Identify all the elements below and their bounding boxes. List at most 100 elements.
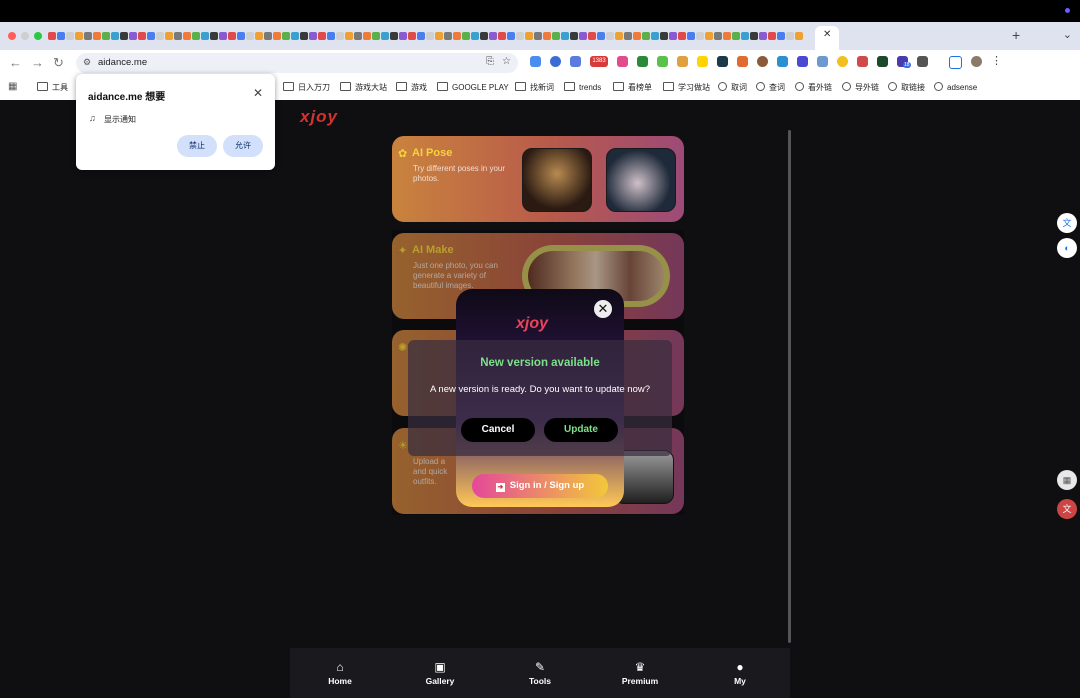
reload-icon[interactable]: ↻ [53, 55, 64, 71]
tab-favicon-icon[interactable] [300, 32, 308, 40]
tab-favicon-icon[interactable] [210, 32, 218, 40]
tab-favicon-icon[interactable] [471, 32, 479, 40]
tab-favicon-icon[interactable] [705, 32, 713, 40]
bookmark-folder[interactable]: 学习做站 [663, 82, 710, 93]
bookmark-link[interactable]: adsense [934, 82, 977, 92]
puzzle-extension-icon[interactable] [570, 56, 581, 67]
tab-favicon-icon[interactable] [579, 32, 587, 40]
tab-favicon-icon[interactable] [228, 32, 236, 40]
bookmark-link[interactable]: 取词 [718, 82, 747, 93]
nav-home[interactable]: ⌂ Home [290, 648, 390, 698]
bookmark-link[interactable]: 导外链 [842, 82, 879, 93]
tab-favicon-icon[interactable] [480, 32, 488, 40]
ai-pose-card[interactable]: ✿ AI Pose Try different poses in your ph… [392, 136, 684, 222]
profile-avatar-icon[interactable] [971, 56, 982, 67]
tab-favicon-icon[interactable] [138, 32, 146, 40]
tab-favicon-icon[interactable] [165, 32, 173, 40]
active-tab[interactable]: ✕ [815, 26, 839, 50]
tab-favicon-icon[interactable] [363, 32, 371, 40]
tab-favicon-icon[interactable] [426, 32, 434, 40]
wave-extension-icon[interactable] [857, 56, 868, 67]
tab-favicon-icon[interactable] [345, 32, 353, 40]
tab-favicon-icon[interactable] [516, 32, 524, 40]
tab-favicon-icon[interactable] [714, 32, 722, 40]
tab-favicon-icon[interactable] [147, 32, 155, 40]
tab-favicon-icon[interactable] [498, 32, 506, 40]
nav-my[interactable]: ● My [690, 648, 790, 698]
tab-favicon-icon[interactable] [408, 32, 416, 40]
sem-extension-icon[interactable] [797, 56, 808, 67]
tab-favicon-icon[interactable] [111, 32, 119, 40]
bookmark-folder[interactable]: 工具 [37, 82, 68, 93]
tab-favicon-icon[interactable] [75, 32, 83, 40]
tab-favicon-icon[interactable] [435, 32, 443, 40]
close-window-icon[interactable] [8, 32, 16, 40]
translate-icon[interactable]: 文 [1057, 213, 1077, 233]
chart-extension-icon[interactable] [717, 56, 728, 67]
app-logo[interactable]: xjoy [300, 107, 338, 127]
close-icon[interactable]: ✕ [253, 86, 263, 100]
tab-favicon-icon[interactable] [192, 32, 200, 40]
bookmark-folder[interactable]: 日入万刀 [283, 82, 330, 93]
tab-favicon-icon[interactable] [615, 32, 623, 40]
tab-favicon-icon[interactable] [219, 32, 227, 40]
bookmark-folder[interactable]: 找新词 [515, 82, 554, 93]
tab-favicon-icon[interactable] [723, 32, 731, 40]
bookmark-folder[interactable]: 游戏 [396, 82, 427, 93]
tab-favicon-icon[interactable] [237, 32, 245, 40]
tab-favicon-icon[interactable] [255, 32, 263, 40]
tab-favicon-icon[interactable] [507, 32, 515, 40]
tab-favicon-icon[interactable] [264, 32, 272, 40]
tab-favicon-icon[interactable] [381, 32, 389, 40]
tab-favicon-icon[interactable] [561, 32, 569, 40]
bw-extension-icon[interactable] [637, 56, 648, 67]
k-extension-icon[interactable] [677, 56, 688, 67]
browser-menu-icon[interactable]: ⋮ [991, 56, 1002, 67]
nav-tools[interactable]: ✎ Tools [490, 648, 590, 698]
tab-favicon-icon[interactable] [201, 32, 209, 40]
cookie-extension-icon[interactable] [757, 56, 768, 67]
a-extension-icon[interactable] [657, 56, 668, 67]
tab-favicon-icon[interactable] [84, 32, 92, 40]
tab-favicon-icon[interactable] [309, 32, 317, 40]
tab-favicon-icon[interactable] [795, 32, 803, 40]
tab-favicon-icon[interactable] [102, 32, 110, 40]
sign-in-button[interactable]: ➜ Sign in / Sign up [472, 474, 608, 498]
tab-favicon-icon[interactable] [777, 32, 785, 40]
nav-gallery[interactable]: ▣ Gallery [390, 648, 490, 698]
cloud-extension-icon[interactable] [530, 56, 541, 67]
tab-favicon-icon[interactable] [318, 32, 326, 40]
tab-favicon-icon[interactable] [390, 32, 398, 40]
tab-favicon-icon[interactable] [273, 32, 281, 40]
tab-favicon-icon[interactable] [750, 32, 758, 40]
pink-extension-icon[interactable] [617, 56, 628, 67]
address-bar[interactable]: ⚙ aidance.me ⎘ ☆ [76, 53, 518, 73]
tab-strip[interactable] [48, 28, 1000, 44]
tab-favicon-icon[interactable] [327, 32, 335, 40]
tab-favicon-icon[interactable] [759, 32, 767, 40]
tab-favicon-icon[interactable] [534, 32, 542, 40]
install-app-icon[interactable]: ⎘ [486, 56, 494, 67]
bookmark-link[interactable]: 看外链 [795, 82, 832, 93]
tab-favicon-icon[interactable] [417, 32, 425, 40]
t-extension-icon[interactable] [777, 56, 788, 67]
tab-favicon-icon[interactable] [48, 32, 56, 40]
g-extension-icon[interactable] [550, 56, 561, 67]
tab-favicon-icon[interactable] [489, 32, 497, 40]
tab-favicon-icon[interactable] [669, 32, 677, 40]
tab-favicon-icon[interactable] [444, 32, 452, 40]
orange-extension-icon[interactable] [737, 56, 748, 67]
extensions-menu-icon[interactable] [917, 56, 928, 67]
tab-favicon-icon[interactable] [651, 32, 659, 40]
nav-premium[interactable]: ♛ Premium [590, 648, 690, 698]
tab-favicon-icon[interactable] [570, 32, 578, 40]
tab-favicon-icon[interactable] [336, 32, 344, 40]
tab-favicon-icon[interactable] [588, 32, 596, 40]
tab-favicon-icon[interactable] [354, 32, 362, 40]
forward-icon[interactable]: → [31, 55, 44, 70]
minimize-window-icon[interactable] [21, 32, 29, 40]
tab-favicon-icon[interactable] [93, 32, 101, 40]
tab-favicon-icon[interactable] [660, 32, 668, 40]
tab-favicon-icon[interactable] [732, 32, 740, 40]
bookmark-star-icon[interactable]: ☆ [502, 56, 511, 67]
